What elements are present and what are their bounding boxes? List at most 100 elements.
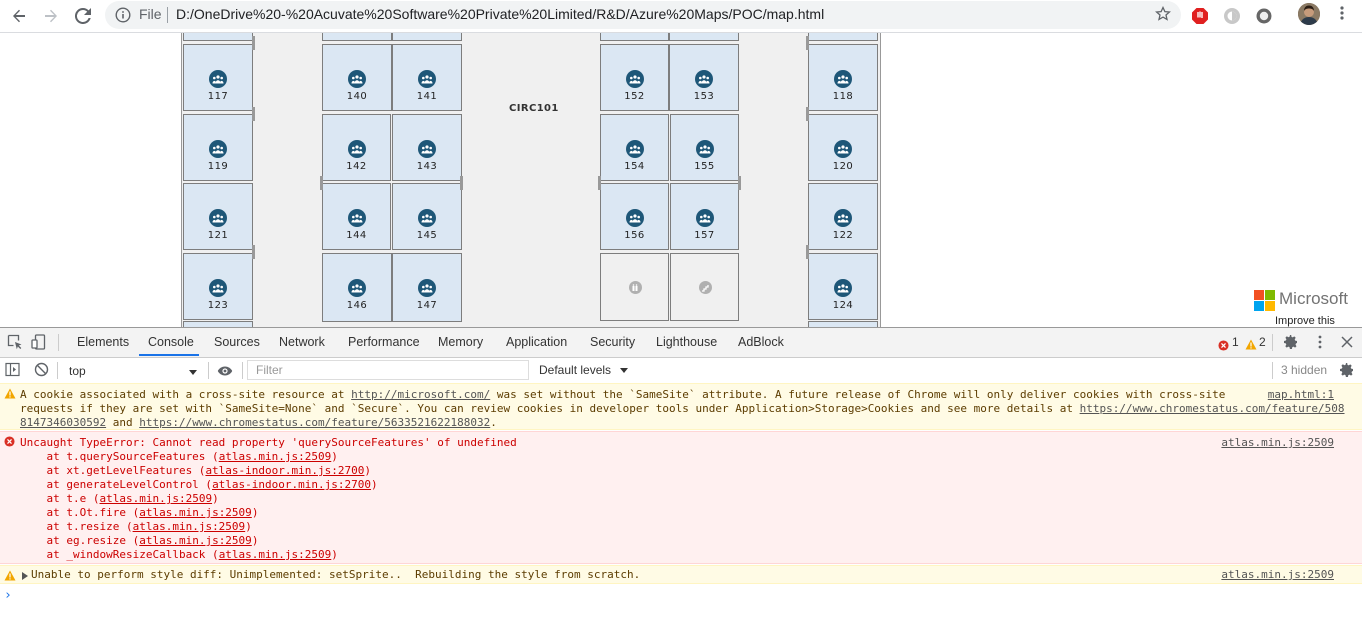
stack-frame-end: ): [251, 534, 259, 547]
source-link[interactable]: map.html:1: [1268, 388, 1334, 402]
stack-frame-location-link[interactable]: atlas-indoor.min.js:2700: [205, 464, 364, 477]
tab-memory[interactable]: Memory: [438, 335, 483, 349]
meeting-room-icon: [347, 209, 366, 227]
stairs-room[interactable]: [670, 253, 739, 321]
close-icon[interactable]: [1339, 334, 1355, 354]
room-124[interactable]: 124: [808, 253, 878, 320]
stack-frame-location-link[interactable]: atlas.min.js:2509: [219, 548, 332, 561]
room-147[interactable]: 147: [392, 253, 462, 322]
warning-counter-icon[interactable]: [1245, 335, 1257, 354]
tab-sources[interactable]: Sources: [214, 335, 260, 349]
room-155[interactable]: 155: [670, 114, 739, 181]
room-154[interactable]: 154: [600, 114, 669, 181]
room-145[interactable]: 145: [392, 183, 462, 250]
door-mark: [806, 107, 809, 121]
meeting-room-icon: [695, 209, 714, 227]
room-122[interactable]: 122: [808, 183, 878, 250]
tab-adblock[interactable]: AdBlock: [738, 335, 784, 349]
tab-security[interactable]: Security: [590, 335, 635, 349]
show-sidebar-icon[interactable]: [5, 362, 20, 381]
stack-frame-location-link[interactable]: atlas.min.js:2509: [219, 450, 332, 463]
expand-triangle-icon[interactable]: [22, 570, 28, 584]
room-153[interactable]: 153: [669, 44, 739, 111]
device-toolbar-icon[interactable]: [31, 334, 47, 354]
stack-frame: at t.querySourceFeatures (atlas.min.js:2…: [20, 450, 378, 464]
message-link[interactable]: 8147346030592: [20, 416, 106, 429]
inspect-element-icon[interactable]: [7, 334, 23, 354]
bookmark-star-icon[interactable]: [1155, 5, 1171, 26]
room-partial: [322, 33, 392, 41]
stack-frame-location-link[interactable]: atlas-indoor.min.js:2700: [212, 478, 371, 491]
room-142[interactable]: 142: [322, 114, 391, 181]
room-117[interactable]: 117: [183, 44, 253, 111]
context-selector[interactable]: top: [62, 361, 202, 379]
door-mark: [598, 176, 601, 190]
room-156[interactable]: 156: [600, 183, 669, 250]
stack-frame: at xt.getLevelFeatures (atlas-indoor.min…: [20, 464, 378, 478]
tab-console[interactable]: Console: [148, 335, 194, 349]
meeting-room-icon: [348, 279, 366, 297]
log-levels-dropdown[interactable]: Default levels: [539, 363, 629, 377]
meeting-room-icon: [209, 209, 227, 227]
stack-frame-location-link[interactable]: atlas.min.js:2509: [133, 520, 246, 533]
room-119[interactable]: 119: [183, 114, 253, 181]
stack-frame-end: ): [212, 492, 219, 505]
improve-map-link[interactable]: Improve this map: [1272, 315, 1362, 327]
indoor-map[interactable]: 117 119 121 123 140 141 142 143 144 145 …: [0, 33, 1362, 327]
forward-button[interactable]: [38, 3, 64, 29]
room-143[interactable]: 143: [392, 114, 462, 181]
tab-application[interactable]: Application: [506, 335, 567, 349]
room-140[interactable]: 140: [322, 44, 392, 111]
warning-count[interactable]: 2: [1259, 335, 1266, 349]
source-link[interactable]: atlas.min.js:2509: [1221, 568, 1334, 582]
extension-gray-icon[interactable]: [1221, 5, 1243, 27]
extension-dark-icon[interactable]: [1253, 5, 1275, 27]
message-link[interactable]: http://microsoft.com/: [351, 388, 490, 401]
profile-avatar[interactable]: [1298, 3, 1320, 25]
context-value: top: [69, 364, 86, 378]
message-link[interactable]: https://www.chromestatus.com/feature/563…: [139, 416, 490, 429]
stack-frame-function: at xt.getLevelFeatures (: [20, 464, 206, 477]
door-mark: [252, 36, 255, 50]
stack-frame-location-link[interactable]: atlas.min.js:2509: [99, 492, 212, 505]
room-label: 146: [346, 300, 368, 311]
door-mark: [806, 36, 809, 50]
back-button[interactable]: [6, 3, 32, 29]
devtools-more-icon[interactable]: [1312, 334, 1328, 354]
stack-frame-location-link[interactable]: atlas.min.js:2509: [139, 534, 252, 547]
clear-console-icon[interactable]: [34, 362, 49, 381]
room-118[interactable]: 118: [808, 44, 878, 111]
source-link[interactable]: atlas.min.js:2509: [1221, 436, 1334, 450]
meeting-room-icon: [834, 140, 852, 158]
restroom-room[interactable]: [600, 253, 669, 321]
console-prompt-chevron-icon[interactable]: ›: [4, 588, 12, 603]
tab-elements[interactable]: Elements: [77, 335, 129, 349]
settings-gear-icon[interactable]: [1283, 334, 1299, 354]
console-filter-input[interactable]: Filter: [247, 360, 529, 380]
stack-frame-location-link[interactable]: atlas.min.js:2509: [139, 506, 252, 519]
stack-frame-function: at t.Ot.fire (: [20, 506, 140, 519]
info-icon[interactable]: [115, 7, 131, 27]
tab-performance[interactable]: Performance: [348, 335, 420, 349]
room-152[interactable]: 152: [600, 44, 669, 111]
tab-lighthouse[interactable]: Lighthouse: [656, 335, 717, 349]
console-settings-gear-icon[interactable]: [1339, 362, 1355, 382]
room-123[interactable]: 123: [183, 253, 253, 320]
tab-network[interactable]: Network: [279, 335, 325, 349]
room-144[interactable]: 144: [322, 183, 391, 250]
room-146[interactable]: 146: [322, 253, 392, 322]
adblock-extension-icon[interactable]: [1189, 5, 1211, 27]
live-expression-eye-icon[interactable]: [217, 363, 233, 382]
chrome-menu-button[interactable]: [1334, 5, 1350, 25]
url-text[interactable]: D:/OneDrive%20-%20Acuvate%20Software%20P…: [176, 6, 824, 22]
error-counter-icon[interactable]: [1218, 336, 1229, 355]
room-157[interactable]: 157: [670, 183, 739, 250]
error-count[interactable]: 1: [1232, 335, 1239, 349]
reload-button[interactable]: [70, 3, 96, 29]
room-141[interactable]: 141: [392, 44, 462, 111]
stack-frame-end: ): [251, 506, 259, 519]
message-link[interactable]: https://www.chromestatus.com/feature/508: [1080, 402, 1345, 415]
address-bar[interactable]: File D:/OneDrive%20-%20Acuvate%20Softwar…: [105, 1, 1181, 29]
room-121[interactable]: 121: [183, 183, 253, 250]
room-120[interactable]: 120: [808, 114, 878, 181]
